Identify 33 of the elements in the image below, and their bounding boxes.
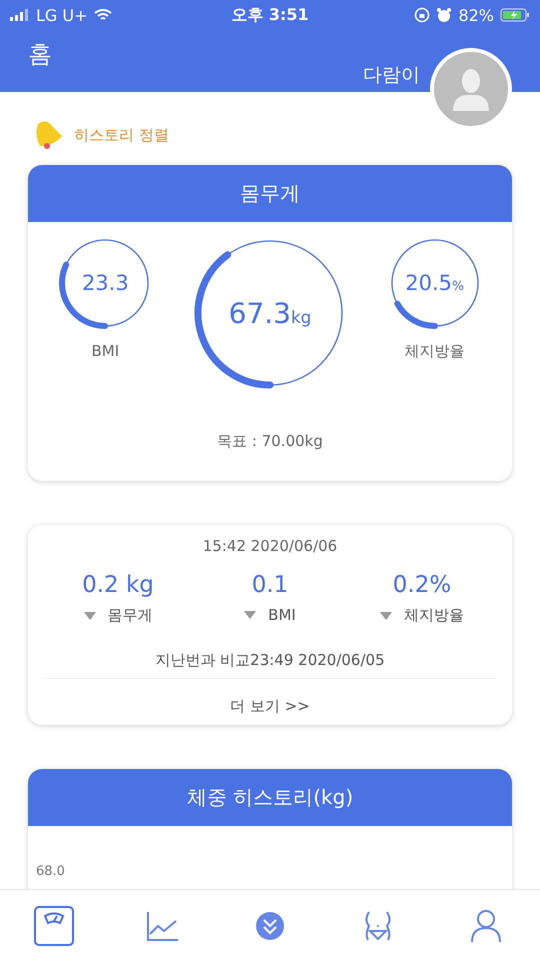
alarm-icon: [436, 7, 452, 23]
more-link[interactable]: 더 보기 >>: [224, 696, 316, 717]
rotation-lock-icon: [414, 7, 430, 23]
gauge-label: BMI: [92, 342, 120, 360]
measure-date: 15:42 2020/06/06: [202, 537, 338, 555]
person-silhouette-icon: [451, 67, 491, 111]
gauge-value: 20.5%: [405, 271, 464, 295]
page-title: 홈: [28, 39, 52, 70]
gauge-value: 23.3: [82, 271, 129, 295]
card-header: 체중 히스토리(kg): [28, 769, 512, 826]
goal-text: 목표 : 70.00kg: [216, 432, 324, 451]
carrier-name: LG U+: [36, 6, 88, 24]
battery-percent: 82%: [458, 6, 494, 24]
user-name: 다람이: [363, 63, 420, 88]
clock-time: 오후 3:51: [231, 4, 309, 26]
scale-icon: [32, 904, 76, 948]
gauge-value: 67.3 kg: [228, 296, 312, 330]
gauge-label: 체지방율: [404, 342, 465, 361]
change-value: 0.2 kg: [82, 572, 154, 598]
axis-label: 68.0: [36, 864, 66, 879]
change-value: 0.1: [252, 572, 288, 598]
change-label: BMI: [268, 606, 296, 624]
wifi-icon: [94, 8, 112, 22]
down-triangle-icon: [84, 612, 96, 620]
signal-icon: [10, 9, 30, 21]
change-label: 체지방율: [404, 606, 464, 626]
down-triangle-icon: [380, 612, 392, 620]
change-value: 0.2%: [392, 572, 452, 598]
comparison-date: 지난번과 비교23:49 2020/06/05: [44, 650, 496, 679]
change-label: 몸무게: [108, 606, 152, 626]
card-header: 몸무게: [28, 165, 512, 222]
down-triangle-icon: [244, 611, 256, 620]
battery-icon: [500, 8, 530, 22]
